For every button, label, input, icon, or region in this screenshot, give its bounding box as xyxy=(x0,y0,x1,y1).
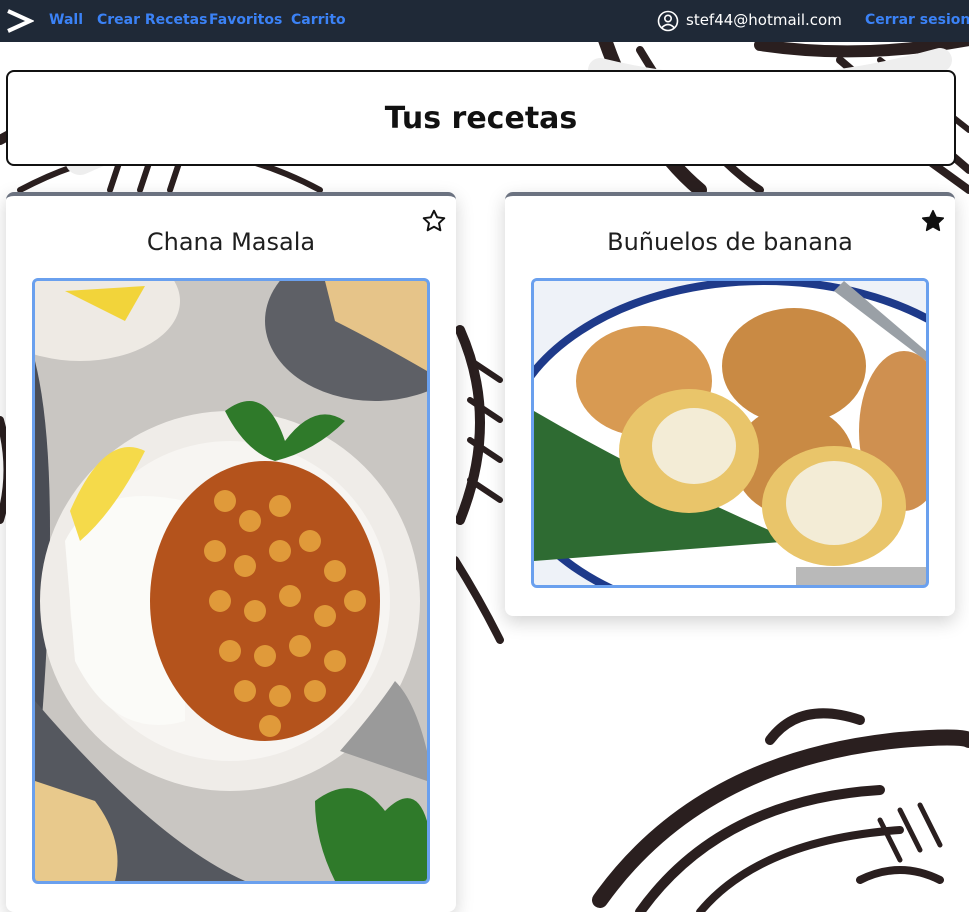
logout-button[interactable]: Cerrar sesion xyxy=(865,12,969,28)
star-filled-icon[interactable] xyxy=(920,208,946,234)
recipe-card[interactable]: Buñuelos de banana xyxy=(505,192,955,616)
chevron-right-logo-icon[interactable] xyxy=(4,8,34,34)
chana-masala-image xyxy=(35,281,427,881)
recipe-image[interactable] xyxy=(531,278,929,588)
page-title-box: Tus recetas xyxy=(6,70,956,166)
user-circle-icon xyxy=(657,10,679,32)
nav-link-favoritos[interactable]: Favoritos xyxy=(209,12,282,28)
nav-link-crear-recetas[interactable]: Crear Recetas xyxy=(97,12,207,28)
nav-link-wall[interactable]: Wall xyxy=(49,12,83,28)
top-navbar: Wall Crear Recetas Favoritos Carrito ste… xyxy=(0,0,969,42)
bunuelos-image xyxy=(534,281,926,585)
user-email: stef44@hotmail.com xyxy=(686,11,842,29)
recipe-title: Chana Masala xyxy=(146,228,316,256)
recipe-image[interactable] xyxy=(32,278,430,884)
recipe-card[interactable]: Chana Masala xyxy=(6,192,456,912)
page-title: Tus recetas xyxy=(384,100,578,136)
recipe-title: Buñuelos de banana xyxy=(607,228,853,256)
star-outline-icon[interactable] xyxy=(421,208,447,234)
nav-link-carrito[interactable]: Carrito xyxy=(291,12,346,28)
